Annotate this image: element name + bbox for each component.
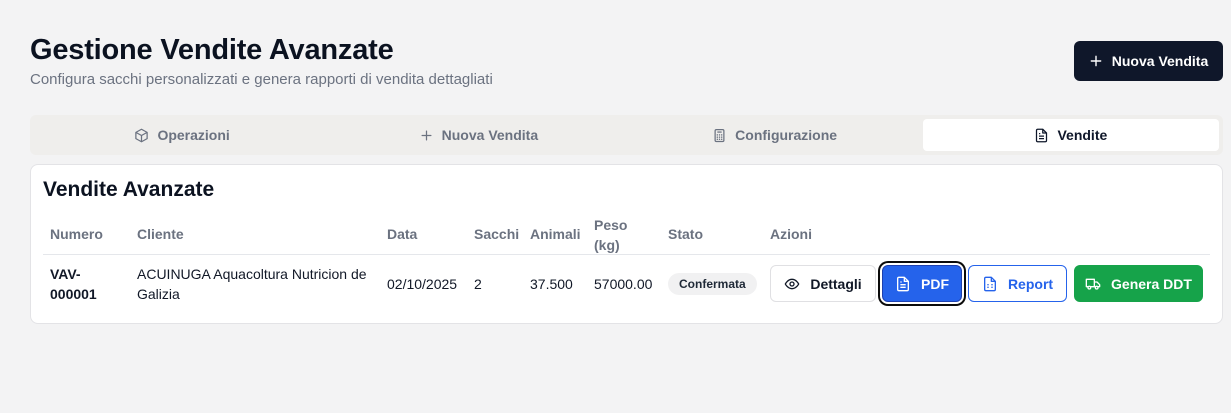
sales-card-title: Vendite Avanzate <box>43 178 215 201</box>
tab-label: Vendite <box>1057 127 1108 143</box>
truck-icon <box>1085 278 1101 290</box>
sale-client-line1: ACUINUGA Aquacoltura Nutricion de <box>137 266 367 282</box>
calculator-icon <box>714 128 725 142</box>
sale-client: ACUINUGA Aquacoltura Nutricion de Galizi… <box>137 264 367 304</box>
page-header: Gestione Vendite Avanzate Configura sacc… <box>30 34 493 88</box>
plus-icon <box>1090 55 1102 67</box>
column-header-actions: Azioni <box>770 226 812 242</box>
report-button[interactable]: Report <box>968 265 1067 302</box>
new-sale-button[interactable]: Nuova Vendita <box>1074 41 1223 81</box>
generate-ddt-button[interactable]: Genera DDT <box>1074 265 1203 302</box>
sale-number: VAV- 000001 <box>50 264 97 304</box>
page-title: Gestione Vendite Avanzate <box>30 34 394 66</box>
column-header-number: Numero <box>50 226 103 242</box>
tab-operazioni[interactable]: Operazioni <box>34 119 330 151</box>
column-header-bags: Sacchi <box>474 226 520 242</box>
sales-card: Vendite Avanzate Numero Cliente Data Sac… <box>30 164 1223 324</box>
new-sale-button-label: Nuova Vendita <box>1111 53 1209 69</box>
column-header-client: Cliente <box>137 226 184 242</box>
tab-list: Operazioni Nuova Vendita Configurazione … <box>30 115 1223 155</box>
file-text-icon <box>897 276 909 291</box>
tab-configurazione[interactable]: Configurazione <box>627 119 923 151</box>
tab-label: Configurazione <box>735 127 838 143</box>
report-button-label: Report <box>1007 275 1054 292</box>
column-header-date: Data <box>387 226 418 242</box>
file-spreadsheet-icon <box>983 276 996 291</box>
sale-bags: 2 <box>474 276 482 292</box>
column-header-animals: Animali <box>530 226 581 242</box>
sale-number-line1: VAV- <box>50 266 81 282</box>
tab-nuova-vendita[interactable]: Nuova Vendita <box>330 119 626 151</box>
plus-icon <box>421 130 432 140</box>
pdf-button[interactable]: PDF <box>882 265 962 302</box>
status-badge: Confermata <box>668 273 757 295</box>
page-subtitle: Configura sacchi personalizzati e genera… <box>30 71 493 88</box>
details-button[interactable]: Dettagli <box>770 265 876 302</box>
box-icon <box>135 128 149 142</box>
pdf-button-label: PDF <box>921 275 949 292</box>
details-button-label: Dettagli <box>810 275 862 292</box>
sale-weight: 57000.00 <box>594 276 653 292</box>
eye-icon <box>784 278 800 289</box>
column-header-status: Stato <box>668 226 703 242</box>
tab-vendite[interactable]: Vendite <box>922 119 1219 151</box>
column-header-weight-line1: Peso <box>594 217 628 233</box>
sale-animals: 37.500 <box>530 276 573 292</box>
header-divider <box>43 254 1210 255</box>
generate-ddt-button-label: Genera DDT <box>1111 275 1192 292</box>
sale-number-line2: 000001 <box>50 286 97 302</box>
file-text-icon <box>1036 128 1048 142</box>
tab-label: Nuova Vendita <box>441 127 539 143</box>
tab-label: Operazioni <box>157 127 230 143</box>
column-header-weight-line2: (kg) <box>594 237 620 253</box>
sale-client-line2: Galizia <box>137 286 180 302</box>
sale-date: 02/10/2025 <box>387 276 458 292</box>
column-header-weight: Peso (kg) <box>594 215 627 255</box>
